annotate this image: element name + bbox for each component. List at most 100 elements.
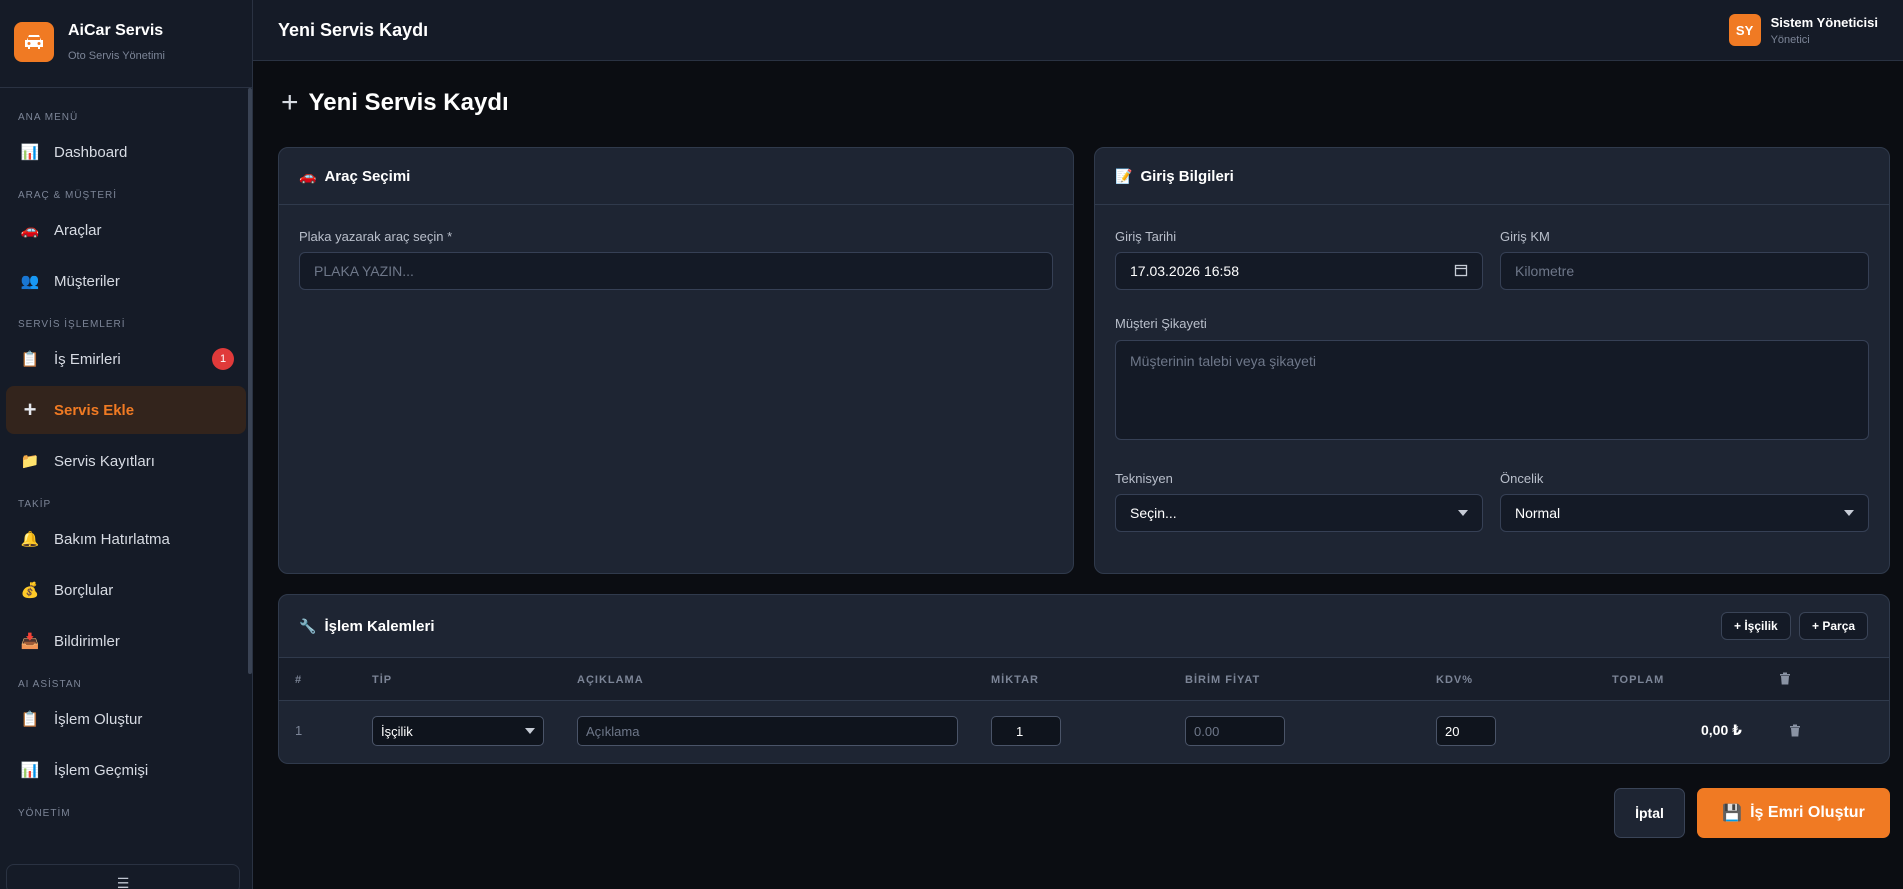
quantity-input[interactable]: 1	[991, 716, 1061, 746]
date-value: 17.03.2026 16:58	[1130, 263, 1239, 279]
brand-subtitle: Oto Servis Yönetimi	[68, 50, 166, 62]
table-header: # TİP AÇIKLAMA MİKTAR BİRİM FİYAT KDV% T…	[279, 657, 1889, 701]
sidebar-item-label: Dashboard	[54, 143, 128, 161]
create-work-order-label: İş Emri Oluştur	[1750, 804, 1865, 821]
section-title: SERVİS İŞLEMLERİ	[18, 319, 126, 330]
sidebar-item-dashboard[interactable]: 📊 Dashboard	[6, 128, 246, 176]
technician-label: Teknisyen	[1115, 471, 1173, 486]
add-labor-button[interactable]: + İşçilik	[1721, 612, 1791, 640]
car-icon: 🚗	[20, 222, 40, 239]
priority-label: Öncelik	[1500, 471, 1544, 486]
vat-input[interactable]: 20	[1436, 716, 1496, 746]
bar-chart-icon: 📊	[20, 144, 40, 161]
section-title: YÖNETİM	[18, 808, 71, 819]
card-header: 📝 Giriş Bilgileri	[1095, 148, 1889, 205]
column-header: MİKTAR	[991, 674, 1039, 686]
km-input[interactable]: Kilometre	[1500, 252, 1869, 290]
column-header: TİP	[372, 674, 393, 686]
brand: AiCar Servis Oto Servis Yönetimi	[0, 0, 252, 88]
card-title: Giriş Bilgileri	[1140, 167, 1234, 185]
car-logo-icon	[14, 22, 54, 62]
menu-toggle-button[interactable]: ☰	[6, 864, 240, 889]
avatar: SY	[1728, 14, 1761, 46]
section-title: ARAÇ & MÜŞTERİ	[18, 190, 118, 201]
sidebar-item-label: Bakım Hatırlatma	[54, 530, 170, 548]
topbar: Yeni Servis Kaydı SY Sistem Yöneticisi Y…	[253, 0, 1903, 61]
section-title: ANA MENÜ	[18, 112, 79, 123]
clipboard-icon: 📋	[20, 711, 40, 728]
chevron-down-icon	[1844, 510, 1854, 516]
brand-name: AiCar Servis	[68, 22, 164, 39]
sidebar-item-label: İşlem Oluştur	[54, 710, 143, 728]
sidebar-scrollbar[interactable]	[248, 88, 252, 674]
create-work-order-button[interactable]: 💾 İş Emri Oluştur	[1697, 788, 1890, 838]
description-input[interactable]: Açıklama	[577, 716, 958, 746]
unit-price-input[interactable]: 0.00	[1185, 716, 1285, 746]
card-header: 🔧 İşlem Kalemleri	[279, 595, 1889, 657]
page-title: + Yeni Servis Kaydı	[281, 86, 509, 120]
sidebar-item-label: İş Emirleri	[54, 350, 121, 368]
table-row: 1 İşçilik Açıklama 1 0.00 20 0,00 ₺	[279, 701, 1889, 761]
car-icon: 🚗	[299, 167, 317, 184]
chevron-down-icon	[525, 728, 535, 734]
add-part-button[interactable]: + Parça	[1799, 612, 1869, 640]
wrench-icon: 🔧	[299, 617, 317, 634]
user-role: Yönetici	[1770, 33, 1810, 46]
section-title: TAKİP	[18, 499, 52, 510]
plus-icon: +	[281, 86, 299, 119]
plate-input[interactable]: PLAKA YAZIN...	[299, 252, 1053, 290]
topbar-title: Yeni Servis Kaydı	[278, 19, 429, 40]
priority-select[interactable]: Normal	[1500, 494, 1869, 532]
money-bag-icon: 💰	[20, 582, 40, 599]
column-header: TOPLAM	[1612, 674, 1665, 686]
items-card: 🔧 İşlem Kalemleri + İşçilik + Parça # Tİ…	[278, 594, 1890, 764]
sidebar-item-servis-ekle[interactable]: + Servis Ekle	[6, 386, 246, 434]
technician-select[interactable]: Seçin...	[1115, 494, 1483, 532]
sidebar-item-is-emirleri[interactable]: 📋 İş Emirleri 1	[6, 335, 246, 383]
calendar-icon[interactable]	[1454, 263, 1468, 280]
sidebar-item-musteriler[interactable]: 👥 Müşteriler	[6, 257, 246, 305]
date-input[interactable]: 17.03.2026 16:58	[1115, 252, 1483, 290]
inbox-icon: 📥	[20, 633, 40, 650]
vehicle-card: 🚗 Araç Seçimi Plaka yazarak araç seçin *…	[278, 147, 1074, 574]
sidebar-item-islem-olustur[interactable]: 📋 İşlem Oluştur	[6, 695, 246, 743]
sidebar-item-label: Bildirimler	[54, 632, 120, 650]
sidebar-item-label: Servis Ekle	[54, 401, 135, 419]
column-header: KDV%	[1436, 674, 1474, 686]
sidebar-nav: ANA MENÜ 📊 Dashboard ARAÇ & MÜŞTERİ 🚗 Ar…	[0, 88, 252, 858]
sidebar-item-label: Araçlar	[54, 221, 102, 239]
entry-card: 📝 Giriş Bilgileri Giriş Tarihi 17.03.202…	[1094, 147, 1890, 574]
sidebar-item-bakim-hatirlatma[interactable]: 🔔 Bakım Hatırlatma	[6, 515, 246, 563]
complaint-label: Müşteri Şikayeti	[1115, 316, 1207, 331]
card-title: İşlem Kalemleri	[324, 617, 435, 635]
plate-label: Plaka yazarak araç seçin *	[299, 229, 453, 244]
bell-icon: 🔔	[20, 531, 40, 548]
trash-icon	[1779, 672, 1791, 688]
users-icon: 👥	[20, 273, 40, 290]
sidebar-item-islem-gecmisi[interactable]: 📊 İşlem Geçmişi	[6, 746, 246, 794]
sidebar-item-servis-kayitlari[interactable]: 📁 Servis Kayıtları	[6, 437, 246, 485]
bar-chart-icon: 📊	[20, 762, 40, 779]
cancel-button[interactable]: İptal	[1614, 788, 1685, 838]
sidebar-item-label: Müşteriler	[54, 272, 120, 290]
sidebar-item-label: Borçlular	[54, 581, 114, 599]
sidebar-item-label: İşlem Geçmişi	[54, 761, 149, 779]
section-title: AI ASİSTAN	[18, 679, 82, 690]
sidebar-item-label: Servis Kayıtları	[54, 452, 155, 470]
sidebar-item-bildirimler[interactable]: 📥 Bildirimler	[6, 617, 246, 665]
type-select[interactable]: İşçilik	[372, 716, 544, 746]
priority-value: Normal	[1515, 505, 1561, 521]
delete-row-icon[interactable]	[1789, 724, 1801, 742]
floppy-disk-icon: 💾	[1722, 805, 1743, 822]
sidebar-item-borclular[interactable]: 💰 Borçlular	[6, 566, 246, 614]
type-value: İşçilik	[381, 723, 413, 739]
sidebar: AiCar Servis Oto Servis Yönetimi ANA MEN…	[0, 0, 253, 889]
column-header: AÇIKLAMA	[577, 674, 644, 686]
page-title-text: Yeni Servis Kaydı	[308, 89, 509, 116]
complaint-textarea[interactable]: Müşterinin talebi veya şikayeti	[1115, 340, 1869, 440]
count-badge: 1	[212, 348, 234, 370]
sidebar-item-araclar[interactable]: 🚗 Araçlar	[6, 206, 246, 254]
plus-icon: +	[23, 397, 37, 422]
user-menu[interactable]: SY Sistem Yöneticisi Yönetici	[1728, 14, 1878, 46]
technician-value: Seçin...	[1130, 505, 1177, 521]
